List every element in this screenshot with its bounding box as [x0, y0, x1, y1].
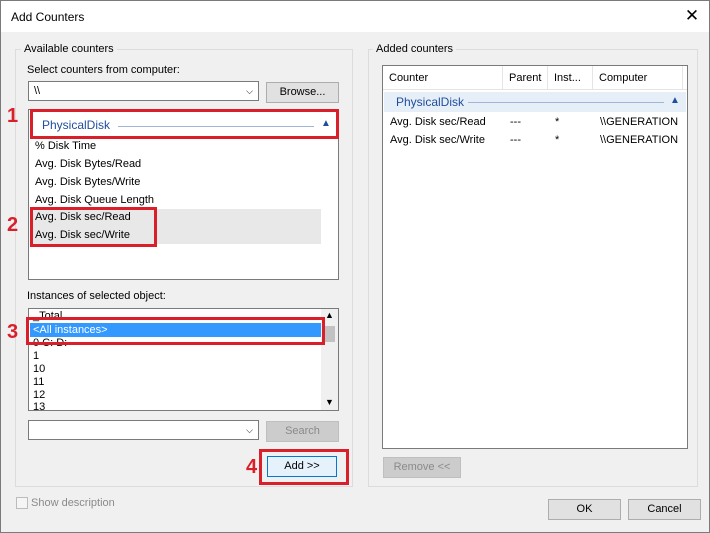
chevron-down-icon[interactable]: ⌵: [241, 82, 258, 100]
cell-counter: Avg. Disk sec/Write: [390, 134, 485, 146]
counter-item[interactable]: % Disk Time: [35, 138, 96, 155]
highlight-box-1: [30, 109, 339, 139]
step-number-1: 1: [7, 105, 19, 127]
table-row[interactable]: Avg. Disk sec/Write --- * \\GENERATION: [383, 131, 687, 149]
search-combobox[interactable]: ⌵: [28, 420, 259, 440]
remove-button[interactable]: Remove <<: [383, 457, 461, 478]
show-description-checkbox[interactable]: [16, 497, 28, 509]
browse-button[interactable]: Browse...: [266, 82, 339, 103]
instance-item[interactable]: 1: [33, 350, 39, 363]
step-number-3: 3: [7, 321, 19, 343]
cell-parent: ---: [510, 134, 521, 146]
step-number-2: 2: [7, 214, 19, 236]
instance-item[interactable]: 11: [33, 376, 44, 389]
scroll-down-icon[interactable]: ▼: [325, 397, 334, 407]
search-button-label: Search: [285, 425, 320, 437]
show-description-label[interactable]: Show description: [31, 497, 115, 509]
scroll-thumb[interactable]: [324, 326, 335, 342]
scroll-up-icon[interactable]: ▲: [325, 310, 334, 320]
browse-button-label: Browse...: [279, 86, 326, 98]
chevron-down-icon[interactable]: ⌵: [241, 421, 258, 439]
highlight-box-2: [30, 207, 157, 247]
close-icon[interactable]: ✕: [681, 5, 703, 27]
cell-parent: ---: [510, 116, 521, 128]
computer-combobox[interactable]: \\ ⌵: [28, 81, 259, 101]
step-number-4: 4: [246, 456, 258, 478]
instances-label: Instances of selected object:: [27, 290, 166, 302]
added-counters-table[interactable]: Counter Parent Inst... Computer Physical…: [382, 65, 688, 449]
cell-computer: \\GENERATION: [600, 134, 679, 146]
cell-instance: *: [555, 134, 560, 146]
available-counters-label: Available counters: [21, 43, 117, 55]
added-counters-label: Added counters: [373, 43, 457, 55]
title-bar: Add Counters ✕: [1, 1, 709, 32]
dialog-title: Add Counters: [11, 10, 85, 24]
cell-instance: *: [555, 116, 560, 128]
highlight-box-3: [26, 317, 325, 345]
table-header: Counter Parent Inst... Computer: [383, 66, 687, 90]
cancel-button-label: Cancel: [647, 503, 682, 515]
computer-value: \\: [34, 85, 41, 97]
column-header-instance[interactable]: Inst...: [548, 66, 593, 90]
table-row[interactable]: Avg. Disk sec/Read --- * \\GENERATION: [383, 113, 687, 131]
column-header-computer[interactable]: Computer: [593, 66, 683, 90]
collapse-icon[interactable]: ▲: [670, 95, 680, 106]
added-group-row[interactable]: PhysicalDisk ▲: [384, 92, 686, 112]
add-counters-dialog: Add Counters ✕ Available counters Select…: [0, 0, 710, 533]
highlight-box-4: [259, 449, 349, 485]
column-header-counter[interactable]: Counter: [383, 66, 503, 90]
select-computer-label: Select counters from computer:: [27, 64, 180, 76]
instance-item[interactable]: 10: [33, 363, 45, 376]
ok-button-label: OK: [576, 503, 593, 515]
instance-item[interactable]: 13: [33, 401, 45, 410]
cancel-button[interactable]: Cancel: [628, 499, 701, 520]
remove-button-label: Remove <<: [393, 461, 451, 473]
cell-computer: \\GENERATION: [600, 116, 679, 128]
counter-item[interactable]: Avg. Disk Bytes/Read: [35, 156, 141, 173]
cell-counter: Avg. Disk sec/Read: [390, 116, 486, 128]
counter-item[interactable]: Avg. Disk Bytes/Write: [35, 174, 140, 191]
added-group-name: PhysicalDisk: [396, 95, 465, 109]
search-button[interactable]: Search: [266, 421, 339, 442]
added-group-separator: [468, 102, 664, 103]
ok-button[interactable]: OK: [548, 499, 621, 520]
column-header-parent[interactable]: Parent: [503, 66, 548, 90]
